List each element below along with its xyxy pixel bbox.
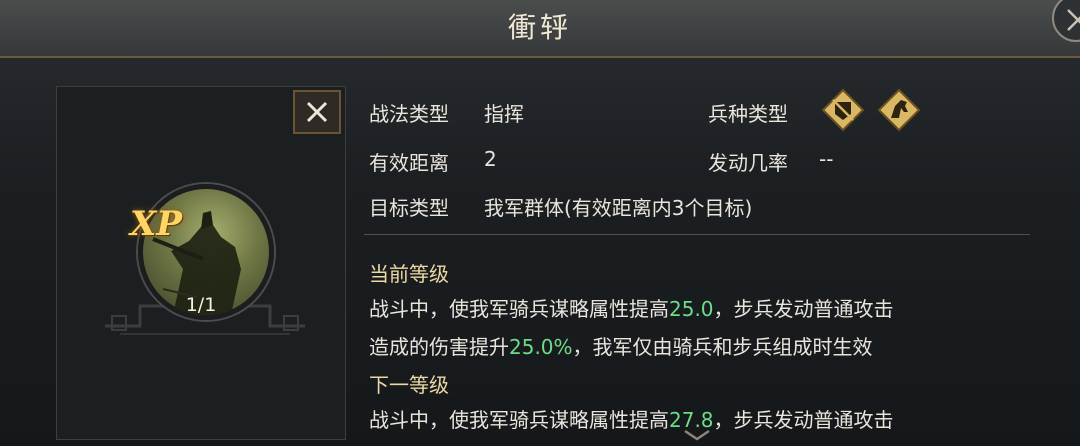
desc-text: 战斗中，使我军骑兵谋略属性提高 xyxy=(369,297,669,321)
target-label: 目标类型 xyxy=(369,196,449,220)
skill-level: 1/1 xyxy=(185,294,217,316)
desc-text: ，步兵发动普通攻击 xyxy=(713,297,894,321)
desc-text: ，我军仅由骑兵和步兵组成时生效 xyxy=(572,335,873,359)
desc-value: 25.0 xyxy=(669,297,714,321)
desc-text: ，步兵发动普通攻击 xyxy=(713,408,894,432)
divider xyxy=(364,234,1030,235)
current-level-line-1: 战斗中，使我军骑兵谋略属性提高25.0，步兵发动普通攻击 xyxy=(369,293,894,322)
current-level-title: 当前等级 xyxy=(369,262,449,286)
scroll-down-chevron-icon[interactable] xyxy=(682,428,712,442)
desc-text: 造成的伤害提升 xyxy=(369,335,509,359)
range-label: 有效距离 xyxy=(369,151,449,175)
trigger-rate-label: 发动几率 xyxy=(708,151,788,175)
next-level-title: 下一等级 xyxy=(369,373,449,397)
current-level-line-2: 造成的伤害提升25.0%，我军仅由骑兵和步兵组成时生效 xyxy=(369,331,873,360)
close-button[interactable] xyxy=(293,90,341,134)
xp-label: XP xyxy=(130,204,182,244)
title-bar: 衝轷 xyxy=(0,0,1080,58)
infantry-shield-icon xyxy=(821,88,865,132)
next-level-line-1: 战斗中，使我军骑兵谋略属性提高27.8，步兵发动普通攻击 xyxy=(369,404,894,433)
skill-type-label: 战法类型 xyxy=(369,102,449,126)
close-icon xyxy=(306,101,328,123)
desc-value: 25.0% xyxy=(509,335,573,359)
target-value: 我军群体(有效距离内3个目标) xyxy=(484,196,753,220)
cross-swords-icon xyxy=(1067,9,1080,31)
cavalry-horse-icon xyxy=(877,88,921,132)
troop-type-label: 兵种类型 xyxy=(708,102,788,126)
skill-type-value: 指挥 xyxy=(484,102,524,126)
range-value: 2 xyxy=(484,147,497,171)
skill-title: 衝轷 xyxy=(507,11,572,44)
desc-text: 战斗中，使我军骑兵谋略属性提高 xyxy=(369,408,669,432)
trigger-rate-value: -- xyxy=(819,147,834,171)
